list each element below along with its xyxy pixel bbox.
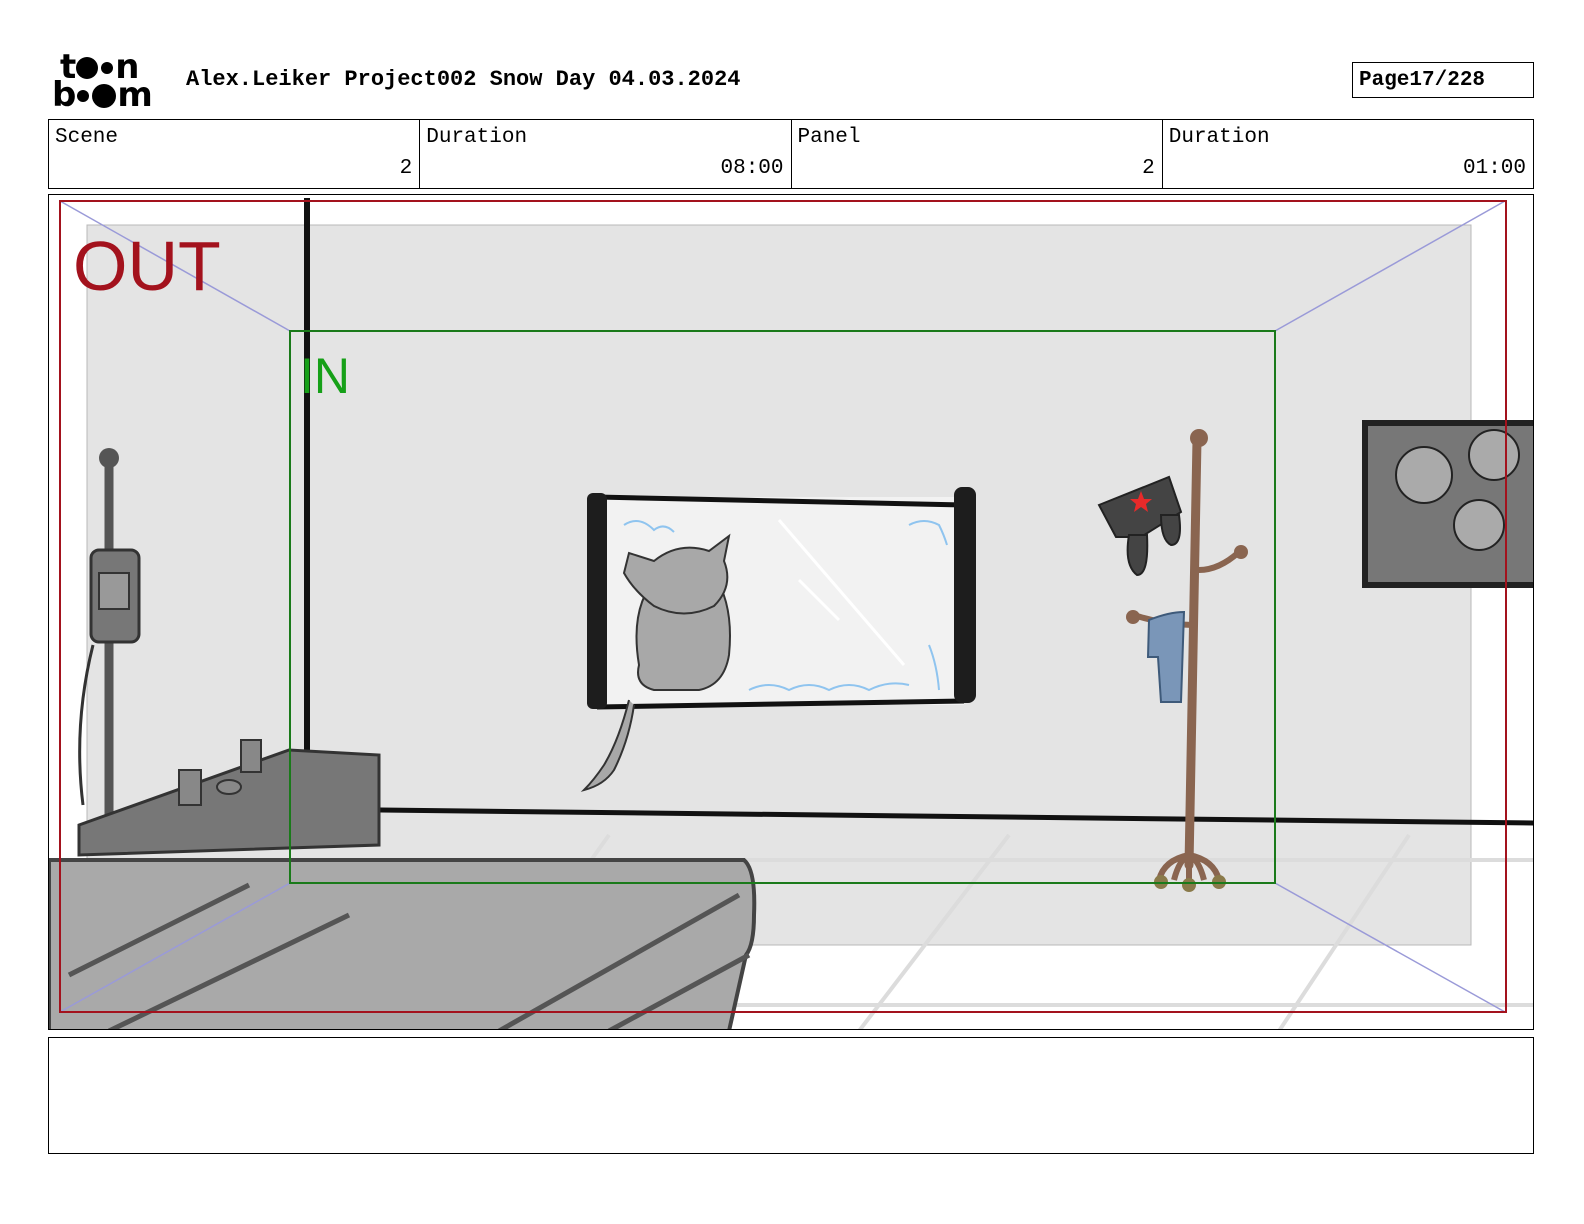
panel-duration-value: 01:00 [1462, 157, 1526, 180]
scene-cell: Scene 2 [49, 120, 421, 188]
panel-cell: Panel 2 [792, 120, 1163, 188]
panel-drawing: OUT IN [49, 195, 1533, 1029]
panel-duration-cell: Duration 01:00 [1163, 120, 1533, 188]
page-counter: Page 17/228 [1352, 62, 1534, 98]
in-label: IN [300, 348, 350, 404]
logo-bottom-row: b m [52, 75, 153, 115]
scene-duration-label: Duration [426, 126, 528, 149]
info-bar: Scene 2 Duration 08:00 Panel 2 Duration … [48, 119, 1534, 189]
logo-dot-small [77, 89, 90, 102]
scene-label: Scene [55, 126, 119, 149]
logo-dot [76, 56, 99, 79]
storyboard-panel: OUT IN [48, 194, 1534, 1030]
logo-dot-small [101, 61, 114, 74]
panel-duration-label: Duration [1168, 126, 1270, 149]
logo-dot [92, 83, 117, 108]
panel-label: Panel [797, 126, 861, 149]
scene-duration-cell: Duration 08:00 [420, 120, 792, 188]
page-value: 17/228 [1409, 68, 1486, 92]
logo-letter-m: m [117, 75, 152, 115]
toonboom-logo: t n b m [52, 50, 164, 115]
wall-painting [1362, 420, 1533, 588]
foreground-bed [49, 858, 757, 1029]
scene-duration-value: 08:00 [720, 157, 784, 180]
out-label: OUT [73, 227, 221, 305]
panel-value: 2 [1142, 157, 1155, 180]
storyboard-title: Alex.Leiker Project002 Snow Day 04.03.20… [186, 67, 741, 92]
panel-notes[interactable] [48, 1037, 1534, 1154]
logo-letter-b: b [52, 75, 76, 115]
scene-value: 2 [399, 157, 413, 180]
page-label: Page [1359, 68, 1410, 92]
